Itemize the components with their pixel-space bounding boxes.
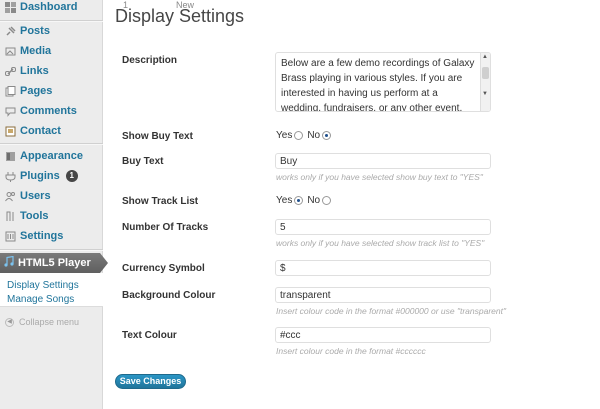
currency-symbol-input[interactable]: $ bbox=[275, 260, 491, 276]
sidebar-item-label: Pages bbox=[20, 85, 53, 97]
text-colour-label: Text Colour bbox=[122, 330, 177, 341]
show-buy-text-label: Show Buy Text bbox=[122, 131, 193, 142]
appearance-icon bbox=[4, 150, 16, 162]
media-icon bbox=[4, 45, 16, 57]
show-buy-text-yes-label: Yes bbox=[276, 130, 293, 141]
description-textarea[interactable]: Below are a few demo recordings of Galax… bbox=[275, 52, 491, 112]
tools-icon bbox=[4, 210, 16, 222]
description-text: Below are a few demo recordings of Galax… bbox=[281, 58, 475, 112]
pushpin-icon bbox=[4, 25, 16, 37]
show-buy-text-no-radio[interactable] bbox=[322, 131, 332, 140]
collapse-menu-button[interactable]: ◀ Collapse menu bbox=[5, 317, 79, 327]
show-track-list-label: Show Track List bbox=[122, 196, 199, 207]
sidebar-item-links[interactable]: Links bbox=[0, 61, 103, 81]
pages-icon bbox=[4, 85, 16, 97]
text-colour-hint: Insert colour code in the format #cccccc bbox=[276, 346, 426, 356]
number-of-tracks-input[interactable]: 5 bbox=[275, 219, 491, 235]
plugin-icon bbox=[4, 170, 16, 182]
sidebar-item-plugins[interactable]: Plugins 1 bbox=[0, 166, 103, 186]
sidebar-item-label: HTML5 Player bbox=[18, 257, 91, 269]
menu-separator bbox=[0, 249, 103, 251]
scroll-thumb[interactable] bbox=[482, 67, 489, 79]
sidebar-item-label: Contact bbox=[20, 125, 61, 137]
sidebar-item-comments[interactable]: Comments bbox=[0, 101, 103, 121]
scroll-up-icon[interactable]: ▲ bbox=[482, 54, 488, 60]
submenu-manage-songs[interactable]: Manage Songs bbox=[7, 294, 74, 305]
sidebar-item-posts[interactable]: Posts bbox=[0, 21, 103, 41]
sidebar-item-label: Dashboard bbox=[20, 1, 78, 13]
collapse-arrow-icon: ◀ bbox=[5, 317, 14, 327]
sidebar-item-label: Links bbox=[20, 65, 49, 77]
show-track-list-no-radio[interactable] bbox=[322, 196, 332, 205]
dashboard-icon bbox=[4, 1, 16, 13]
sidebar-item-tools[interactable]: Tools bbox=[0, 206, 103, 226]
show-track-list-no-label: No bbox=[307, 195, 321, 206]
users-icon bbox=[4, 190, 16, 202]
html5-player-submenu: Display Settings Manage Songs bbox=[0, 273, 103, 307]
scroll-down-icon[interactable]: ▼ bbox=[482, 91, 488, 97]
show-buy-text-no-label: No bbox=[307, 130, 321, 141]
currency-symbol-label: Currency Symbol bbox=[122, 263, 205, 274]
admin-sidebar: Dashboard Posts Media Links Pages Commen… bbox=[0, 0, 108, 409]
buy-text-label: Buy Text bbox=[122, 156, 164, 167]
sidebar-item-appearance[interactable]: Appearance bbox=[0, 146, 103, 166]
link-icon bbox=[4, 65, 16, 77]
music-note-icon bbox=[4, 255, 14, 270]
textarea-scrollbar[interactable]: ▲ ▼ bbox=[480, 53, 490, 111]
sidebar-item-label: Tools bbox=[20, 210, 49, 222]
sidebar-item-label: Media bbox=[20, 45, 52, 57]
sidebar-item-settings[interactable]: Settings bbox=[0, 226, 103, 246]
plugin-update-count-badge: 1 bbox=[65, 170, 78, 182]
sidebar-item-dashboard[interactable]: Dashboard bbox=[0, 0, 103, 17]
page-title: Display Settings bbox=[115, 6, 245, 26]
sidebar-item-media[interactable]: Media bbox=[0, 41, 103, 61]
sidebar-item-users[interactable]: Users bbox=[0, 186, 103, 206]
show-track-list-yes-label: Yes bbox=[276, 195, 293, 206]
sidebar-item-pages[interactable]: Pages bbox=[0, 81, 103, 101]
buy-text-input[interactable]: Buy bbox=[275, 153, 491, 169]
sidebar-item-label: Plugins bbox=[20, 170, 60, 182]
background-colour-label: Background Colour bbox=[122, 290, 216, 301]
sidebar-item-label: Users bbox=[20, 190, 51, 202]
show-track-list-radio-group: Yes No bbox=[276, 195, 335, 206]
text-colour-input[interactable]: #ccc bbox=[275, 327, 491, 343]
submenu-display-settings[interactable]: Display Settings bbox=[7, 280, 79, 291]
background-colour-input[interactable]: transparent bbox=[275, 287, 491, 303]
number-of-tracks-hint: works only if you have selected show tra… bbox=[276, 238, 485, 248]
show-buy-text-radio-group: Yes No bbox=[276, 130, 335, 141]
collapse-menu-label: Collapse menu bbox=[19, 317, 80, 327]
save-changes-button[interactable]: Save Changes bbox=[115, 374, 186, 389]
comment-bubble-icon bbox=[4, 105, 16, 117]
show-buy-text-yes-radio[interactable] bbox=[294, 131, 304, 140]
sidebar-item-label: Settings bbox=[20, 230, 64, 242]
show-track-list-yes-radio[interactable] bbox=[294, 196, 304, 205]
menu-separator bbox=[0, 143, 103, 145]
description-label: Description bbox=[122, 55, 178, 66]
sidebar-item-label: Posts bbox=[20, 25, 50, 37]
sidebar-item-contact[interactable]: Contact bbox=[0, 121, 103, 141]
settings-icon bbox=[4, 230, 16, 242]
sidebar-item-html5-player[interactable]: HTML5 Player bbox=[0, 253, 108, 273]
sidebar-item-label: Comments bbox=[20, 105, 77, 117]
contact-icon bbox=[4, 125, 16, 137]
sidebar-item-label: Appearance bbox=[20, 150, 83, 162]
buy-text-hint: works only if you have selected show buy… bbox=[276, 172, 483, 182]
number-of-tracks-label: Number Of Tracks bbox=[122, 222, 209, 233]
background-colour-hint: Insert colour code in the format #000000… bbox=[276, 306, 507, 316]
